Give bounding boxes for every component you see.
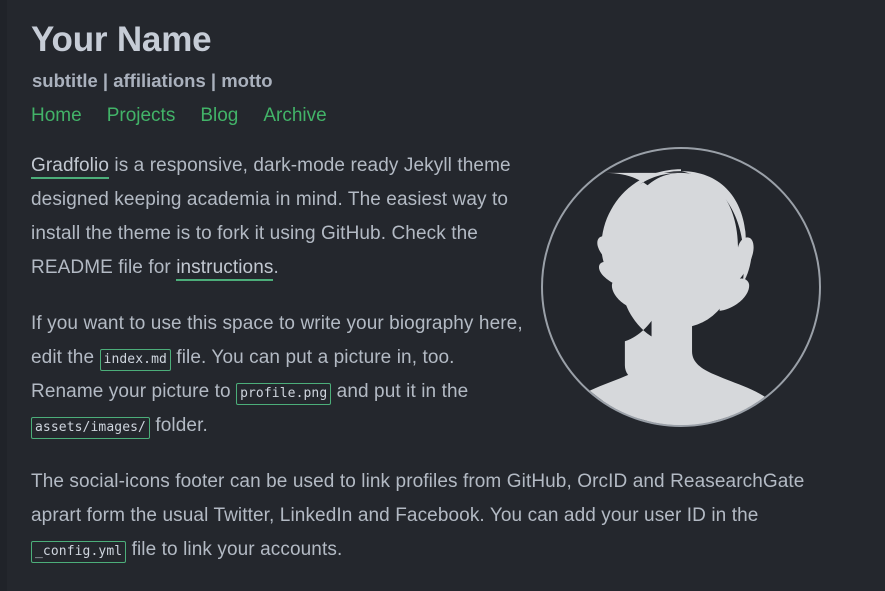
code-index-md: index.md (100, 349, 171, 371)
prose-body: Gradfolio is a responsive, dark-mode rea… (31, 149, 531, 567)
profile-silhouette-icon (543, 149, 819, 425)
main-content: Gradfolio is a responsive, dark-mode rea… (31, 149, 855, 567)
nav-link-blog[interactable]: Blog (200, 105, 238, 126)
nav-link-archive[interactable]: Archive (263, 105, 326, 126)
code-assets-images: assets/images/ (31, 417, 150, 439)
nav-item-home: Home (31, 104, 82, 128)
site-header: Your Name subtitle | affiliations | mott… (31, 18, 855, 128)
paragraph-intro: Gradfolio is a responsive, dark-mode rea… (31, 149, 531, 285)
paragraph-biography-text-c: and put it in the (331, 381, 468, 402)
nav-list: Home Projects Blog Archive (31, 104, 855, 128)
paragraph-social-text-b: file to link your accounts. (126, 539, 342, 560)
avatar (541, 147, 821, 427)
page-left-edge (0, 0, 7, 591)
paragraph-social: The social-icons footer can be used to l… (31, 465, 831, 567)
paragraph-intro-text-b: . (273, 257, 278, 278)
nav-item-projects: Projects (107, 104, 176, 128)
nav-link-home[interactable]: Home (31, 105, 82, 126)
code-profile-png: profile.png (236, 383, 331, 405)
instructions-link[interactable]: instructions (176, 257, 273, 281)
page-title: Your Name (31, 18, 855, 62)
gradfolio-link[interactable]: Gradfolio (31, 155, 109, 179)
code-config-yml: _config.yml (31, 541, 126, 563)
paragraph-biography: If you want to use this space to write y… (31, 307, 531, 443)
nav-item-archive: Archive (263, 104, 326, 128)
main-navigation: Home Projects Blog Archive (31, 104, 855, 128)
paragraph-biography-text-d: folder. (150, 415, 208, 436)
paragraph-social-text-a: The social-icons footer can be used to l… (31, 471, 804, 526)
page-root: Your Name subtitle | affiliations | mott… (0, 0, 885, 591)
nav-item-blog: Blog (200, 104, 238, 128)
site-subtitle: subtitle | affiliations | motto (32, 69, 855, 93)
nav-link-projects[interactable]: Projects (107, 105, 176, 126)
